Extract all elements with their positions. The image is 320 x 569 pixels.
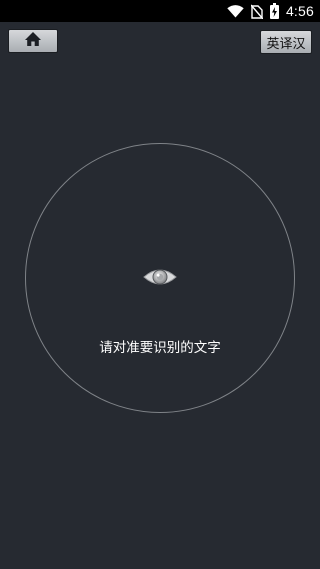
scan-prompt-text: 请对准要识别的文字 (99, 340, 221, 356)
status-icons: 4:56 (227, 0, 314, 22)
home-icon (24, 31, 42, 51)
status-bar: 4:56 (0, 0, 320, 22)
wifi-icon (227, 4, 244, 18)
no-sim-icon (250, 4, 263, 19)
eye-icon (143, 266, 177, 288)
battery-charging-icon (269, 3, 279, 19)
status-time: 4:56 (285, 3, 314, 19)
camera-screen: 4:56 英译汉 请对准要识别的文字 (0, 0, 320, 569)
home-button[interactable] (8, 29, 58, 53)
translate-mode-button[interactable]: 英译汉 (260, 30, 312, 54)
